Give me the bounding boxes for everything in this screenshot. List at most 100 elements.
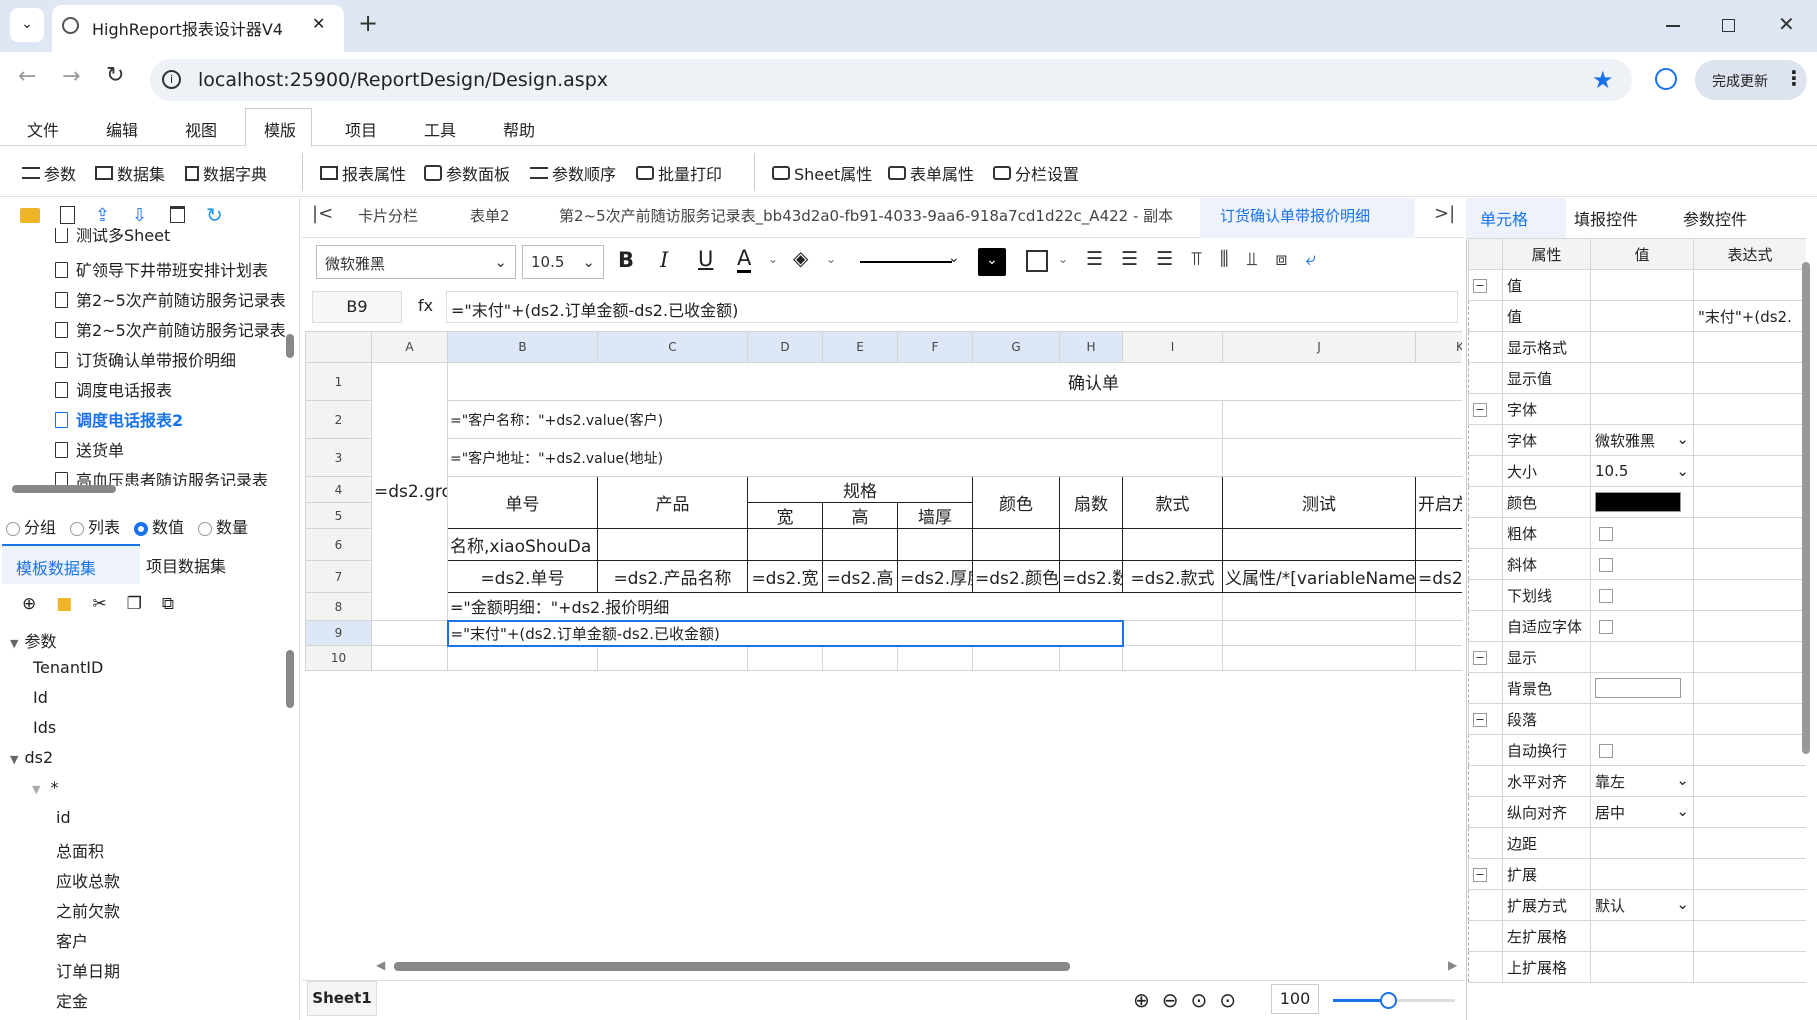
tab-template-dataset[interactable]: 模板数据集 <box>2 544 140 584</box>
close-window-icon[interactable]: ✕ <box>1778 12 1795 36</box>
dataset-button[interactable]: 数据集 <box>95 161 165 185</box>
tab-cell[interactable]: 单元格 <box>1480 206 1528 230</box>
dropdown-icon[interactable]: ⌄ <box>1676 462 1689 480</box>
paste-icon[interactable]: ⧉ <box>162 594 174 614</box>
ds-field[interactable]: TenantID <box>33 658 103 677</box>
header-wall-thickness[interactable]: 墙厚 <box>897 502 973 529</box>
cell-product-name[interactable]: =ds2.产品名称 <box>597 560 748 593</box>
line-style-icon[interactable] <box>860 261 952 263</box>
new-file-icon[interactable] <box>60 206 75 224</box>
ds-field[interactable]: 客户 <box>56 928 88 952</box>
fill-color-icon[interactable]: ◈ <box>793 246 809 273</box>
ds-field[interactable]: 总面积 <box>56 838 104 862</box>
col-header[interactable]: C <box>597 331 748 363</box>
prop-row[interactable]: 显示值 <box>1468 362 1806 394</box>
align-center-icon[interactable]: ☰ <box>1121 248 1138 270</box>
col-header[interactable]: A <box>371 331 448 363</box>
align-middle-icon[interactable]: ⫼ <box>1220 248 1229 270</box>
menu-edit[interactable]: 编辑 <box>106 117 138 141</box>
header-test[interactable]: 测试 <box>1222 476 1416 529</box>
cell-thickness[interactable]: =ds2.厚度 <box>897 560 973 593</box>
tree-item[interactable]: 送货单 <box>55 437 124 461</box>
prop-section[interactable]: − 扩展 <box>1468 858 1806 890</box>
cell-width[interactable]: =ds2.宽 <box>747 560 823 593</box>
scroll-left-icon[interactable]: ◀ <box>376 958 385 972</box>
border-icon[interactable] <box>1026 250 1048 272</box>
underline-icon[interactable]: U <box>698 247 713 271</box>
upload-icon[interactable]: ⇪ <box>95 205 110 226</box>
italic-icon[interactable]: I <box>660 248 668 272</box>
prop-row[interactable]: 自适应字体 <box>1468 610 1806 642</box>
sheet-tab-active[interactable]: 订货确认单带报价明细 <box>1220 205 1370 226</box>
cell-title[interactable]: 确认单 <box>447 362 1462 401</box>
fill-color-dropdown-icon[interactable]: ⌄ <box>826 252 836 266</box>
row-header[interactable]: 2 <box>305 400 372 439</box>
header-open-direction[interactable]: 开启方 <box>1415 476 1462 529</box>
reload-icon[interactable]: ↻ <box>106 63 124 88</box>
align-right-icon[interactable]: ☰ <box>1156 248 1173 270</box>
collapse-icon[interactable]: − <box>1473 650 1487 665</box>
folder-open-icon[interactable]: ■ <box>56 594 72 614</box>
prop-row[interactable]: 边距 <box>1468 827 1806 859</box>
tree-item[interactable]: 高血压患者随访服务记录表 <box>55 467 268 486</box>
data-dict-button[interactable]: 数据字典 <box>185 161 267 185</box>
checkbox[interactable] <box>1599 588 1613 603</box>
grid-hscrollbar[interactable] <box>394 962 1070 971</box>
dropdown-icon[interactable]: ⌄ <box>1676 895 1689 913</box>
menu-template[interactable]: 模版 <box>264 117 296 141</box>
font-color-icon[interactable]: A <box>737 246 752 273</box>
cell-price-detail[interactable]: ="金额明细："+ds2.报价明细 <box>447 592 1223 621</box>
border-color-icon[interactable]: ⌄ <box>978 248 1006 276</box>
corner-cell[interactable] <box>305 331 372 363</box>
row-header[interactable]: 5 <box>305 502 372 529</box>
prop-row[interactable]: 纵向对齐 居中 ⌄ <box>1468 796 1806 828</box>
params-button[interactable]: 参数 <box>22 161 76 185</box>
font-color-dropdown-icon[interactable]: ⌄ <box>768 252 778 266</box>
zoom-in-icon[interactable]: ⊕ <box>1133 988 1150 1012</box>
prop-row[interactable]: 字体 微软雅黑 ⌄ <box>1468 424 1806 456</box>
columns-button[interactable]: 分栏设置 <box>993 161 1079 185</box>
ds-field[interactable]: 订单日期 <box>56 958 120 982</box>
prop-row[interactable]: 斜体 <box>1468 548 1806 580</box>
ds-field[interactable]: 应收总款 <box>56 868 120 892</box>
col-header[interactable]: I <box>1122 331 1223 363</box>
formula-input[interactable]: ="末付"+(ds2.订单金额-ds2.已收金额) <box>446 291 1458 323</box>
tabs-prev-icon[interactable]: |< <box>312 203 333 224</box>
prop-row[interactable]: 自动换行 <box>1468 734 1806 766</box>
prop-row[interactable]: 下划线 <box>1468 579 1806 611</box>
font-size-select[interactable]: 10.5 ⌄ <box>522 245 604 279</box>
header-color[interactable]: 颜色 <box>972 476 1060 529</box>
tree-item[interactable]: 订货确认单带报价明细 <box>55 347 236 371</box>
back-icon[interactable]: ← <box>18 64 36 89</box>
first-page-icon[interactable]: ⊙ <box>1191 988 1208 1012</box>
sheet-tab[interactable]: 卡片分栏 <box>358 205 418 226</box>
header-width[interactable]: 宽 <box>747 502 823 529</box>
param-order-button[interactable]: 参数顺序 <box>530 161 616 185</box>
new-tab-button[interactable]: + <box>358 9 378 37</box>
row-header[interactable]: 10 <box>305 645 372 671</box>
profile-icon[interactable] <box>1655 68 1677 90</box>
menu-view[interactable]: 视图 <box>185 117 217 141</box>
cell-quantity[interactable]: =ds2.数量 <box>1059 560 1123 593</box>
cell-b6[interactable]: 名称,xiaoShouDa <box>447 528 598 561</box>
tree-item[interactable]: 第2~5次产前随访服务记录表 <box>55 317 285 341</box>
font-family-select[interactable]: 微软雅黑 ⌄ <box>316 245 516 279</box>
dataset-scrollbar[interactable] <box>286 650 294 708</box>
cell-test[interactable]: 义属性/*[variableName <box>1222 560 1416 593</box>
prop-row[interactable]: 水平对齐 靠左 ⌄ <box>1468 765 1806 797</box>
col-header[interactable]: B <box>447 331 598 363</box>
prop-row[interactable]: 粗体 <box>1468 517 1806 549</box>
radio-list-option[interactable]: 列表 <box>70 514 120 538</box>
prop-section[interactable]: − 段落 <box>1468 703 1806 735</box>
dropdown-icon[interactable]: ⌄ <box>1676 771 1689 789</box>
prop-row[interactable]: 大小 10.5 ⌄ <box>1468 455 1806 487</box>
folder-icon[interactable] <box>20 208 40 223</box>
cell-customer-address[interactable]: ="客户地址："+ds2.value(地址) <box>447 438 1223 477</box>
header-height[interactable]: 高 <box>822 502 898 529</box>
url-text[interactable]: localhost:25900/ReportDesign/Design.aspx <box>198 69 608 91</box>
sheet1-tab[interactable]: Sheet1 <box>307 981 377 1016</box>
row-header[interactable]: 1 <box>305 362 372 401</box>
row-header[interactable]: 7 <box>305 560 372 593</box>
more-menu-icon[interactable]: ⋮ <box>1784 66 1804 90</box>
row-header[interactable]: 8 <box>305 592 372 621</box>
